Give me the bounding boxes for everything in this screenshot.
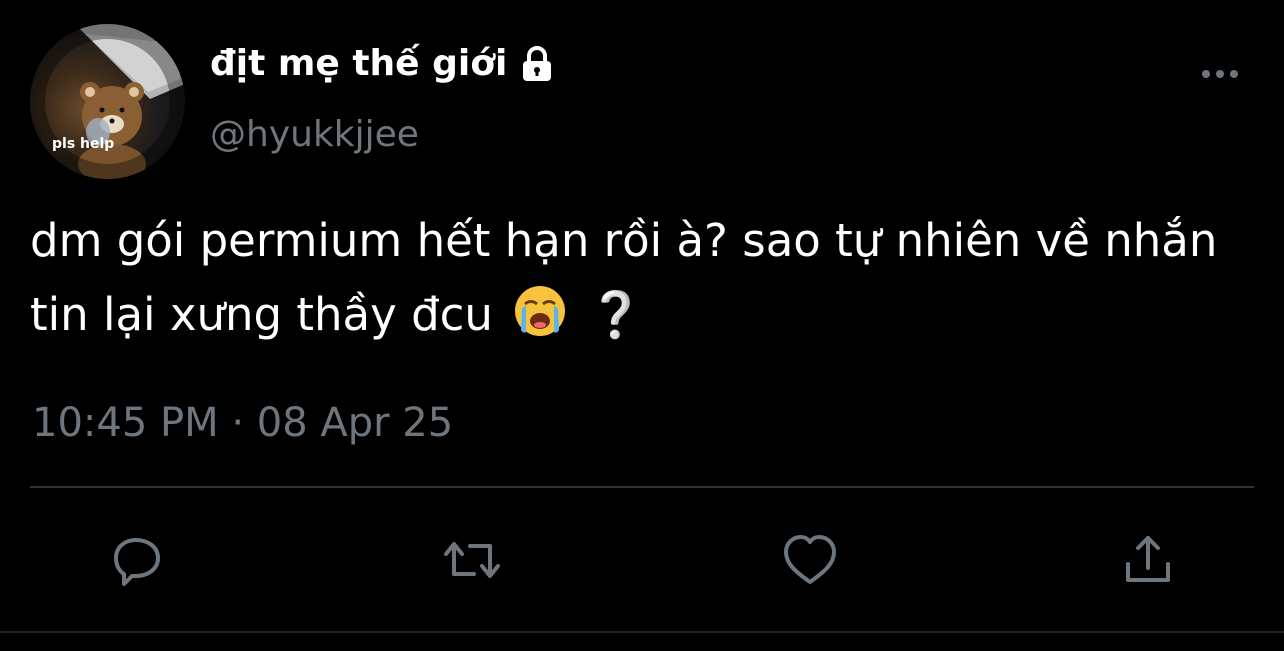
- tweet-text: dm gói permium hết hạn rồi à? sao tự nhi…: [30, 204, 1270, 352]
- more-options-icon[interactable]: [1198, 62, 1242, 86]
- avatar-caption: pls help: [52, 136, 115, 152]
- retweet-arrows-icon: [444, 542, 500, 578]
- author-name-row: địt mẹ thế giới: [210, 42, 557, 84]
- avatar[interactable]: pls help: [30, 24, 185, 179]
- display-name[interactable]: địt mẹ thế giới: [210, 43, 507, 84]
- lock-icon: [517, 44, 557, 84]
- loudly-crying-face-icon: [513, 284, 567, 338]
- retweet-button[interactable]: [440, 528, 504, 592]
- reply-button[interactable]: [104, 528, 168, 592]
- question-mark-emoji: ❔: [587, 288, 644, 341]
- author-handle[interactable]: @hyukkjjee: [210, 114, 419, 155]
- divider: [30, 486, 1254, 488]
- like-button[interactable]: [778, 528, 842, 592]
- speech-bubble-icon: [114, 538, 160, 586]
- share-button[interactable]: [1116, 528, 1180, 592]
- tweet-timestamp[interactable]: 10:45 PM · 08 Apr 25: [32, 400, 453, 446]
- share-upload-icon: [1126, 536, 1170, 582]
- heart-icon: [784, 535, 836, 584]
- bottom-divider: [0, 631, 1284, 633]
- avatar-image: [30, 24, 185, 179]
- tweet-detail: pls help địt mẹ thế giới @hyukkjjee dm g…: [0, 0, 1284, 651]
